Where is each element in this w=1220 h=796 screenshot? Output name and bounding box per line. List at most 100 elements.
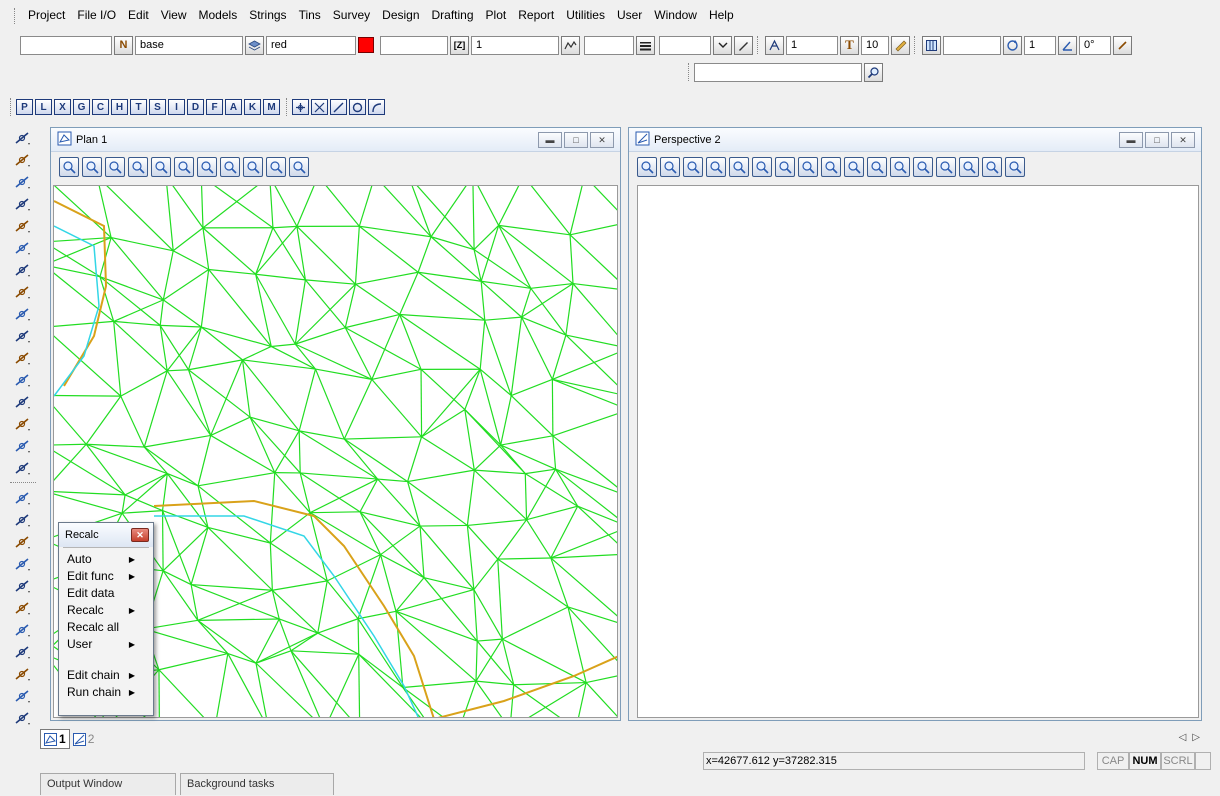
move-tool-icon[interactable]	[12, 370, 34, 390]
profile-tool-icon[interactable]	[12, 664, 34, 684]
print-icon[interactable]	[1005, 157, 1025, 177]
elevation-tool-icon[interactable]	[12, 392, 34, 412]
print-icon[interactable]	[289, 157, 309, 177]
zoom-out-icon[interactable]	[105, 157, 125, 177]
chainage-tool-icon[interactable]	[12, 620, 34, 640]
linestyle-field[interactable]	[380, 35, 448, 55]
menu-tins[interactable]: Tins	[293, 0, 327, 30]
rotate-icon[interactable]	[1003, 35, 1022, 55]
zoom-in-icon[interactable]	[82, 157, 102, 177]
angle-field-2[interactable]: 0°	[1079, 35, 1111, 55]
menu-project[interactable]: Project	[22, 0, 71, 30]
tab-output-window[interactable]: Output Window	[40, 773, 176, 795]
mode-button-t[interactable]: T	[130, 99, 147, 115]
close-icon[interactable]: ✕	[131, 528, 149, 542]
zoom-point-icon[interactable]	[197, 157, 217, 177]
model-picker-button[interactable]: N	[114, 35, 133, 55]
menu-file-io[interactable]: File I/O	[71, 0, 122, 30]
menubar-grip[interactable]	[14, 8, 17, 24]
triangle-tool-icon[interactable]	[12, 436, 34, 456]
mode-button-d[interactable]: D	[187, 99, 204, 115]
zoom-window-icon[interactable]	[706, 157, 726, 177]
tab-scroll-arrows[interactable]: ◁▷	[1179, 732, 1206, 743]
zoom-find-icon[interactable]	[798, 157, 818, 177]
menu-plot[interactable]: Plot	[480, 0, 513, 30]
undo-view-icon[interactable]	[266, 157, 286, 177]
snap-intersect-icon[interactable]	[311, 99, 328, 115]
perspective-canvas[interactable]	[637, 185, 1199, 718]
maximize-button[interactable]: □	[564, 132, 588, 148]
find-input[interactable]	[694, 62, 862, 82]
weight-field[interactable]: 1	[471, 35, 559, 55]
grid-field[interactable]	[943, 35, 1001, 55]
view-menu-icon[interactable]	[59, 157, 79, 177]
marker-tool-icon[interactable]	[12, 458, 34, 478]
menu-window[interactable]: Window	[648, 0, 703, 30]
clip-icon[interactable]	[821, 157, 841, 177]
mode-button-h[interactable]: H	[111, 99, 128, 115]
cross-tool-icon[interactable]	[12, 150, 34, 170]
arc-tool-icon[interactable]	[12, 216, 34, 236]
textstyle-field[interactable]	[659, 35, 711, 55]
close-button[interactable]: ✕	[590, 132, 614, 148]
zoom-extent-icon[interactable]	[752, 157, 772, 177]
mode-button-c[interactable]: C	[92, 99, 109, 115]
brush-tool-icon[interactable]	[12, 282, 34, 302]
mode-button-k[interactable]: K	[244, 99, 261, 115]
zoom-in-icon[interactable]	[660, 157, 680, 177]
undo-view-icon[interactable]	[982, 157, 1002, 177]
angle-icon[interactable]	[1058, 35, 1077, 55]
tab-background-tasks[interactable]: Background tasks	[180, 773, 334, 795]
menu-design[interactable]: Design	[376, 0, 425, 30]
line-tool-icon[interactable]	[12, 172, 34, 192]
angle-field-1[interactable]: 1	[1024, 35, 1056, 55]
snap-circle-icon[interactable]	[349, 99, 366, 115]
zoom-window-icon[interactable]	[128, 157, 148, 177]
text-tool-icon[interactable]	[12, 260, 34, 280]
drawing-tile-tool-icon[interactable]	[12, 686, 34, 706]
point-tool-icon[interactable]	[12, 128, 34, 148]
text-angle-icon[interactable]	[765, 35, 784, 55]
recalc-item-recalc-all[interactable]: Recalc all	[63, 619, 149, 636]
zoom-extent-icon[interactable]	[174, 157, 194, 177]
snap-icon[interactable]	[1113, 35, 1132, 55]
lineweight-icon[interactable]	[636, 35, 655, 55]
layer-text-tool-icon[interactable]	[12, 708, 34, 728]
menu-help[interactable]: Help	[703, 0, 740, 30]
palette-grip[interactable]	[10, 482, 36, 484]
recalc-item-user[interactable]: User ▶	[63, 636, 149, 653]
pen-icon[interactable]	[734, 35, 753, 55]
mode-button-m[interactable]: M	[263, 99, 280, 115]
dropdown-chevron-icon[interactable]	[713, 35, 732, 55]
perspective-window-titlebar[interactable]: Perspective 2 ▬ □ ✕	[629, 128, 1201, 152]
recalc-item-edit-data[interactable]: Edit data	[63, 585, 149, 602]
contour-tool-icon[interactable]	[12, 488, 34, 508]
view-tab-1[interactable]: 1	[40, 729, 70, 749]
text-size-field[interactable]: 1	[786, 35, 838, 55]
ruler-icon[interactable]	[891, 35, 910, 55]
z-value-icon[interactable]: [Z]	[450, 35, 469, 55]
zoom-point-icon[interactable]	[775, 157, 795, 177]
search-icon[interactable]	[864, 62, 883, 82]
mode-button-s[interactable]: S	[149, 99, 166, 115]
clip-icon[interactable]	[243, 157, 263, 177]
menu-report[interactable]: Report	[512, 0, 560, 30]
insert-symbol-tool-icon[interactable]	[12, 348, 34, 368]
pipe-tool-icon[interactable]	[12, 510, 34, 530]
text-height-field[interactable]: 10	[861, 35, 889, 55]
menu-drafting[interactable]: Drafting	[426, 0, 480, 30]
linestyle-icon[interactable]	[561, 35, 580, 55]
toolbar-grip[interactable]	[10, 98, 12, 116]
mode-button-a[interactable]: A	[225, 99, 242, 115]
recalc-item-edit-chain[interactable]: Edit chain ▶	[63, 667, 149, 684]
recalc-item-run-chain[interactable]: Run chain ▶	[63, 684, 149, 701]
close-button[interactable]: ✕	[1171, 132, 1195, 148]
section-tool-icon[interactable]	[12, 532, 34, 552]
layers-icon[interactable]	[245, 35, 264, 55]
minimize-button[interactable]: ▬	[1119, 132, 1143, 148]
polygon-tool-icon[interactable]	[12, 326, 34, 346]
grade-tool-icon[interactable]	[12, 642, 34, 662]
maximize-button[interactable]: □	[1145, 132, 1169, 148]
mode-button-i[interactable]: I	[168, 99, 185, 115]
linestyle-name-field[interactable]	[584, 35, 634, 55]
